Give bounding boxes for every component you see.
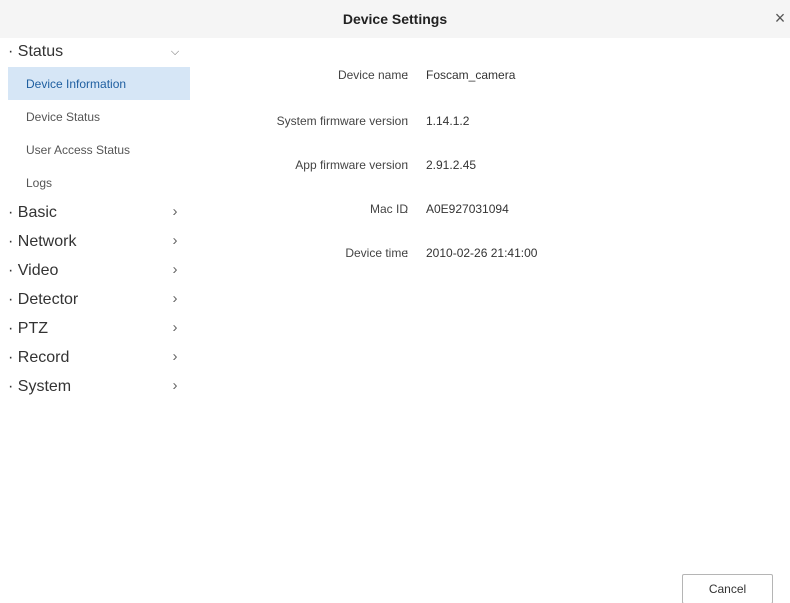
sidebar-group-label: · Detector [8, 291, 79, 308]
chevron-right-icon: › [172, 261, 178, 278]
sidebar-item-user-access-status[interactable]: User Access Status [8, 133, 190, 166]
sidebar-group-label: · Video [8, 262, 59, 279]
settings-sidebar: · Status ⌵ Device Information Device Sta… [8, 38, 190, 603]
info-value: 1.14.1.2 [426, 114, 470, 128]
info-key: Mac ID [369, 202, 408, 216]
info-key: App firmware version [295, 158, 408, 172]
chevron-right-icon: › [172, 232, 178, 249]
cancel-button[interactable]: Cancel [682, 574, 773, 603]
chevron-right-icon: › [172, 377, 178, 394]
info-separator: : [405, 202, 409, 216]
sidebar-group-label: · PTZ [8, 320, 48, 337]
chevron-right-icon: › [172, 290, 178, 307]
sidebar-group-ptz[interactable]: · PTZ › [8, 315, 190, 344]
sidebar-group-status[interactable]: · Status ⌵ [8, 38, 190, 67]
info-separator: : [405, 158, 409, 172]
info-value: A0E927031094 [426, 202, 509, 216]
info-key: System firmware version [276, 114, 408, 128]
sidebar-group-label: · System [8, 378, 72, 395]
info-row-mac-id: Mac ID : A0E927031094 [190, 202, 790, 220]
info-row-device-name: Device name : Foscam_camera [190, 68, 790, 86]
sidebar-group-basic[interactable]: · Basic › [8, 199, 190, 228]
sidebar-item-label: Device Information [26, 77, 127, 91]
info-value: Foscam_camera [426, 68, 516, 82]
sidebar-group-label: · Status [8, 43, 64, 60]
info-separator: : [405, 68, 409, 82]
chevron-down-icon: ⌵ [170, 46, 180, 58]
sidebar-item-label: Device Status [26, 110, 101, 124]
sidebar-group-label: · Basic [8, 204, 57, 221]
info-row-device-time: Device time : 2010-02-26 21:41:00 [190, 246, 790, 264]
window-title: Device Settings [342, 11, 448, 27]
sidebar-item-label: Logs [26, 176, 53, 190]
sidebar-item-device-status[interactable]: Device Status [8, 100, 190, 133]
sidebar-group-record[interactable]: · Record › [8, 344, 190, 373]
sidebar-group-label: · Record [8, 349, 70, 366]
info-value: 2.91.2.45 [426, 158, 477, 172]
sidebar-group-label: · Network [8, 233, 77, 250]
info-key: Device time [345, 246, 408, 260]
sidebar-group-detector[interactable]: · Detector › [8, 286, 190, 315]
info-row-app-firmware: App firmware version : 2.91.2.45 [190, 158, 790, 176]
info-key: Device name [337, 68, 408, 82]
info-separator: : [405, 246, 409, 260]
sidebar-group-video[interactable]: · Video › [8, 257, 190, 286]
sidebar-group-system[interactable]: · System › [8, 373, 190, 402]
sidebar-item-logs[interactable]: Logs [8, 166, 190, 199]
info-value: 2010-02-26 21:41:00 [426, 246, 538, 260]
chevron-right-icon: › [172, 203, 178, 220]
sidebar-item-device-information[interactable]: Device Information [8, 67, 190, 100]
device-information-panel: Device name : Foscam_camera System firmw… [190, 38, 790, 603]
info-row-system-firmware: System firmware version : 1.14.1.2 [190, 114, 790, 132]
device-settings-window: Device Settings × · Status ⌵ Device Info… [0, 0, 790, 603]
info-separator: : [405, 114, 409, 128]
sidebar-group-network[interactable]: · Network › [8, 228, 190, 257]
chevron-right-icon: › [172, 348, 178, 365]
sidebar-item-label: User Access Status [26, 143, 131, 157]
chevron-right-icon: › [172, 319, 178, 336]
close-icon[interactable]: × [770, 8, 790, 30]
title-bar: Device Settings × [0, 0, 790, 38]
